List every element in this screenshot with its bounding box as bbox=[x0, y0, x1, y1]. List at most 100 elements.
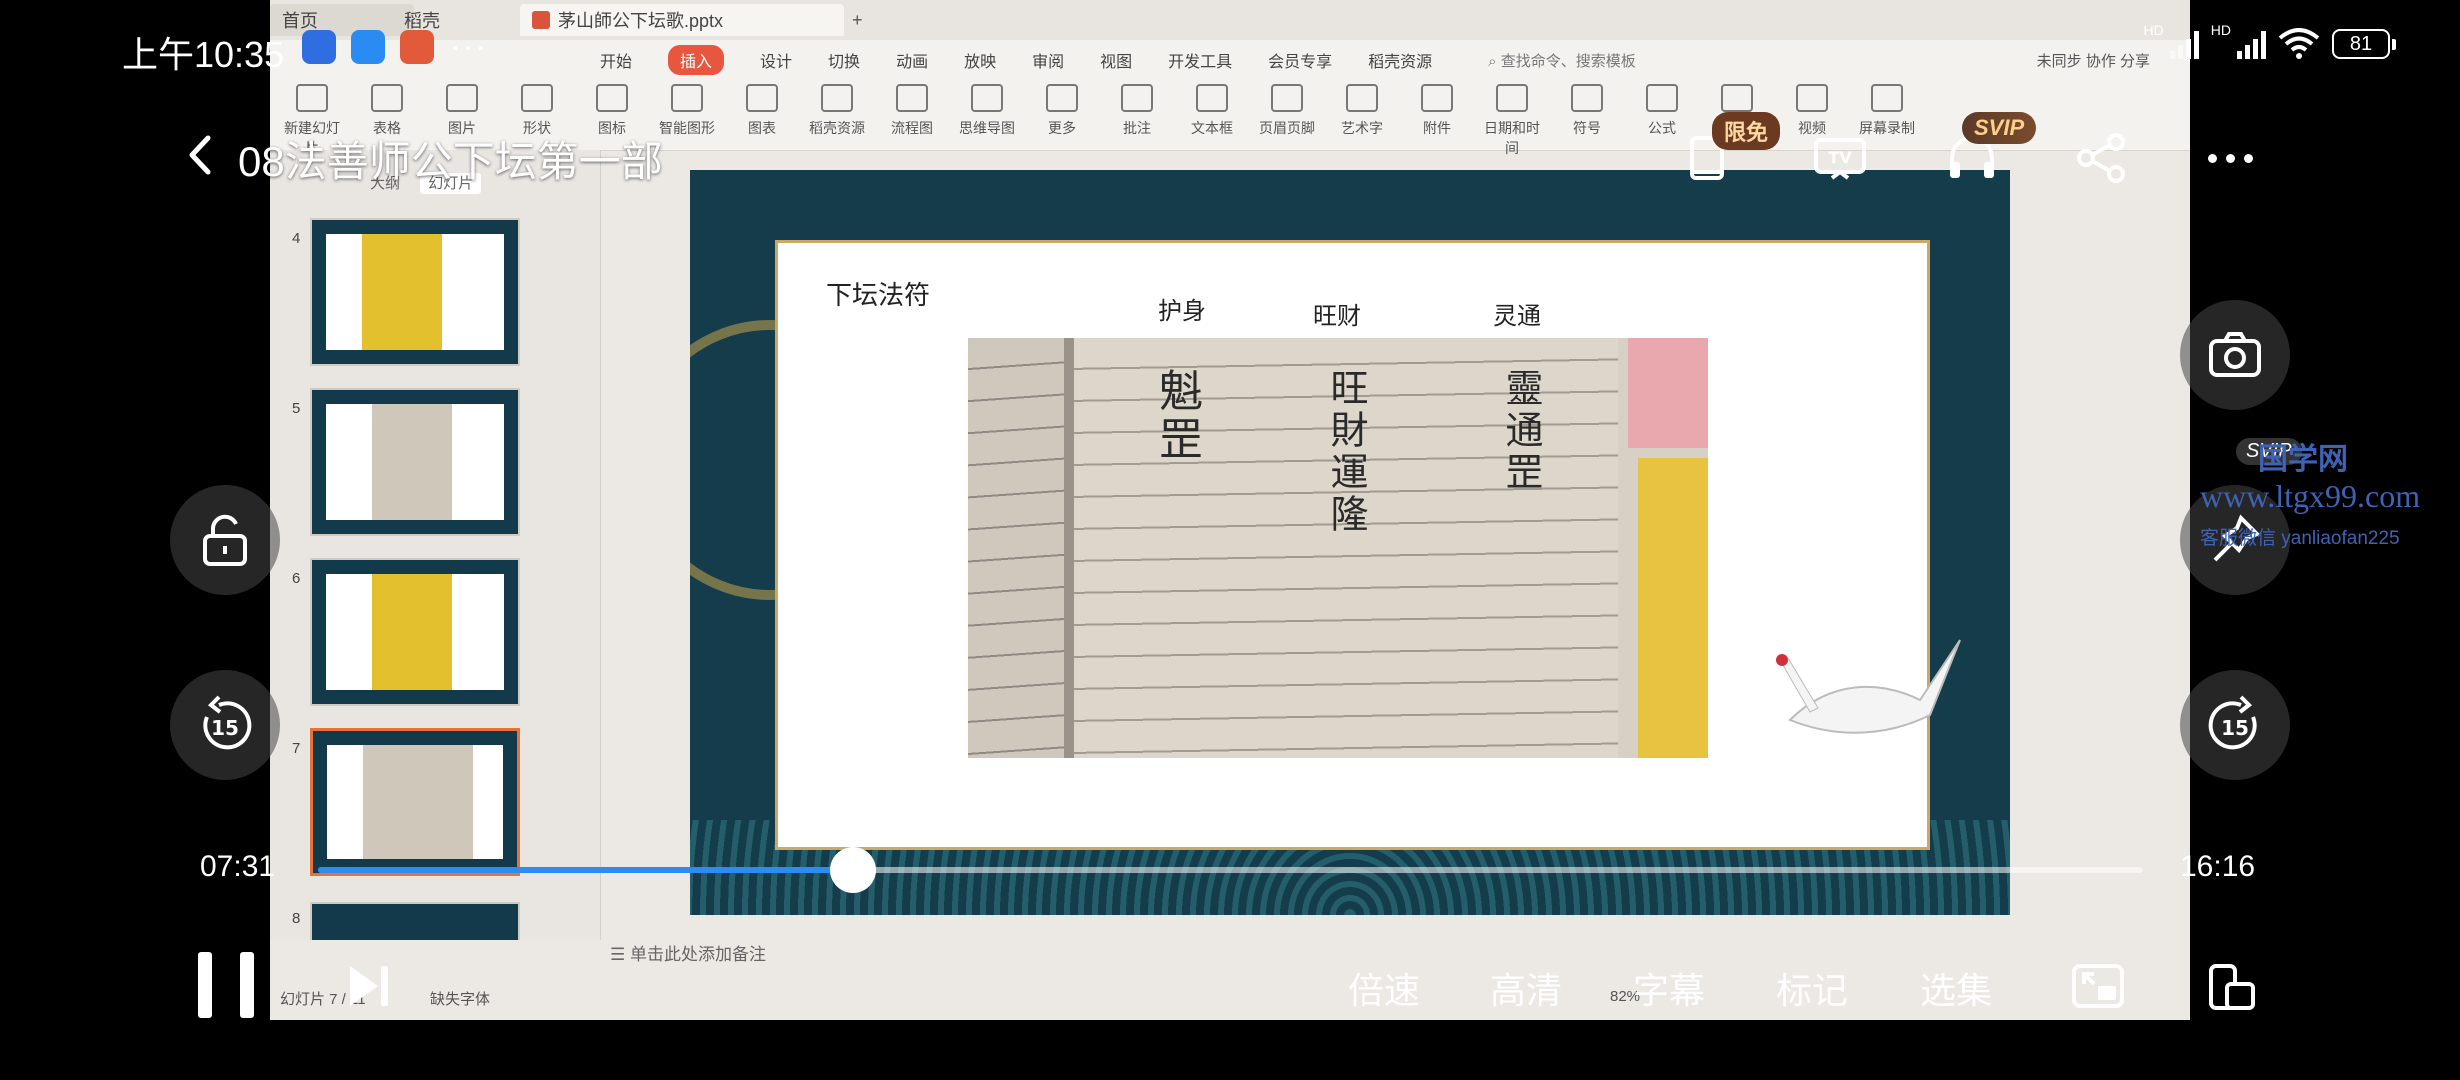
ppt-menu-item: 开始 bbox=[600, 54, 633, 71]
svip-badge: SVIP bbox=[1962, 112, 2037, 144]
watermark: SVIP 国学网 www.ltgx99.com 客服微信 yanliaofan2… bbox=[2200, 438, 2421, 550]
app-notification-icon bbox=[351, 30, 385, 64]
subtitle-button[interactable]: 字幕 bbox=[1633, 962, 1705, 1014]
ppt-menu-item: 开发工具 bbox=[1168, 54, 1233, 71]
forward-15-button[interactable]: 15 bbox=[2180, 670, 2290, 780]
svg-text:TV: TV bbox=[1828, 148, 1852, 167]
ppt-toolbar-item: 艺术字 bbox=[1330, 84, 1394, 138]
cell-signal-icon bbox=[2237, 29, 2266, 59]
status-indicators: HD HD 81 bbox=[2144, 22, 2396, 60]
current-time: 07:31 bbox=[200, 850, 276, 883]
toolbar-icon bbox=[971, 84, 1003, 112]
toolbar-label: 艺术字 bbox=[1341, 120, 1383, 136]
share-icon[interactable] bbox=[2072, 128, 2132, 188]
ppt-menu-item: 审阅 bbox=[1032, 54, 1065, 71]
talisman-photo: 魁罡 旺財運隆 靈通罡 bbox=[968, 338, 1708, 758]
thumb-number: 6 bbox=[292, 570, 301, 587]
ppt-toolbar-item: 智能图形 bbox=[655, 84, 719, 138]
toolbar-icon bbox=[1496, 84, 1528, 112]
ppt-toolbar-item: 批注 bbox=[1105, 84, 1169, 138]
svg-text:15: 15 bbox=[2221, 716, 2249, 740]
ppt-menu-item: 视图 bbox=[1100, 54, 1133, 71]
tv-cast-icon[interactable]: TV bbox=[1810, 128, 1870, 188]
toolbar-icon bbox=[371, 84, 403, 112]
pause-icon bbox=[198, 952, 212, 1018]
picture-in-picture-icon[interactable] bbox=[2070, 960, 2126, 1012]
status-time: 上午10:35 bbox=[122, 34, 285, 75]
toolbar-label: 智能图形 bbox=[659, 120, 715, 136]
rewind-15-button[interactable]: 15 bbox=[170, 670, 280, 780]
toolbar-label: 更多 bbox=[1048, 120, 1076, 136]
ppt-menu-item: 设计 bbox=[760, 54, 793, 71]
battery-icon: 81 bbox=[2332, 29, 2396, 59]
toolbar-icon bbox=[1271, 84, 1303, 112]
wifi-icon bbox=[2278, 28, 2320, 59]
ppt-notes-area: ☰ 单击此处添加备注 bbox=[610, 945, 766, 964]
progress-thumb[interactable] bbox=[829, 847, 876, 893]
quality-button[interactable]: 高清 bbox=[1490, 962, 1562, 1014]
ppt-menu-item: 插入 bbox=[668, 45, 725, 75]
column-label-spirit: 灵通 bbox=[1493, 302, 1541, 330]
toolbar-label: 图表 bbox=[748, 120, 776, 136]
forward-15-icon: 15 bbox=[2208, 695, 2257, 750]
rewind-15-icon: 15 bbox=[203, 695, 252, 750]
ppt-toolbar-item: 图表 bbox=[730, 84, 794, 138]
slide-title: 下坛法符 bbox=[826, 281, 931, 311]
slide-content-card: 下坛法符 护身 旺财 灵通 魁罡 旺財運隆 靈通罡 bbox=[775, 240, 1930, 850]
toolbar-icon bbox=[446, 84, 478, 112]
glyph-column-spirit: 靈通罡 bbox=[1499, 368, 1543, 494]
unlock-icon bbox=[203, 514, 247, 566]
glyph-column-protect: 魁罡 bbox=[1151, 368, 1202, 464]
toolbar-icon bbox=[1346, 84, 1378, 112]
camera-icon bbox=[2209, 332, 2261, 377]
watermark-site: www.ltgx99.com bbox=[2200, 478, 2421, 514]
toolbar-icon bbox=[821, 84, 853, 112]
screenshot-button[interactable] bbox=[2180, 300, 2290, 410]
ppt-search: ⌕ 查找命令、搜索模板 bbox=[1488, 52, 1636, 70]
ppt-toolbar-item: 文本框 bbox=[1180, 84, 1244, 138]
toolbar-icon bbox=[521, 84, 553, 112]
ppt-tab-bar: 首页 稻壳 茅山師公下坛歌.pptx + bbox=[270, 0, 2190, 41]
ppt-menu-item: 稻壳资源 bbox=[1368, 54, 1433, 71]
episodes-button[interactable]: 选集 bbox=[1920, 962, 1992, 1014]
toolbar-icon bbox=[596, 84, 628, 112]
slide-thumbnail bbox=[310, 388, 520, 536]
back-arrow-icon[interactable] bbox=[180, 130, 220, 180]
ppt-slide-panel: 大纲 幻灯片 4 5 6 7 8 bbox=[270, 150, 601, 940]
rotate-screen-icon[interactable] bbox=[2205, 962, 2257, 1012]
toolbar-icon bbox=[1646, 84, 1678, 112]
hd-label: HD bbox=[2210, 22, 2231, 38]
hd-label: HD bbox=[2143, 22, 2164, 38]
thumb-number: 4 bbox=[292, 230, 301, 247]
more-options-icon[interactable] bbox=[2208, 150, 2262, 168]
next-episode-icon[interactable] bbox=[344, 962, 392, 1010]
cell-signal-icon bbox=[2169, 29, 2199, 59]
toolbar-icon bbox=[1721, 84, 1753, 112]
total-time: 16:16 bbox=[2180, 850, 2256, 883]
slide-thumbnail bbox=[310, 902, 520, 940]
app-notification-icon bbox=[400, 30, 434, 64]
ppt-menu-bar: 开始 插入 设计 切换 动画 放映 审阅 视图 开发工具 会员专享 稻壳资源 ⌕ 查找命令、搜索模板 bbox=[270, 40, 2190, 80]
glyph-column-wealth: 旺財運隆 bbox=[1324, 368, 1368, 536]
thumb-number: 7 bbox=[292, 740, 301, 757]
toolbar-label: 页眉页脚 bbox=[1259, 120, 1315, 136]
lock-screen-button[interactable] bbox=[170, 485, 280, 595]
slide-thumbnail bbox=[310, 218, 520, 366]
toolbar-icon bbox=[896, 84, 928, 112]
ppt-toolbar-item: 日期和时间 bbox=[1480, 84, 1544, 158]
crane-illustration bbox=[1776, 639, 1961, 734]
toolbar-label: 公式 bbox=[1648, 120, 1676, 136]
progress-bar[interactable] bbox=[318, 847, 2143, 893]
progress-fill bbox=[318, 867, 853, 873]
ppt-missing-font: 缺失字体 bbox=[430, 991, 491, 1008]
toolbar-label: 符号 bbox=[1573, 120, 1601, 136]
notes-icon: ☰ bbox=[610, 945, 630, 964]
speed-button[interactable]: 倍速 bbox=[1348, 962, 1420, 1014]
toolbar-label: 日期和时间 bbox=[1484, 120, 1540, 156]
toolbar-icon bbox=[1046, 84, 1078, 112]
slide-thumbnail-selected bbox=[310, 728, 520, 876]
watermark-wechat: 客服微信 yanliaofan225 bbox=[2200, 528, 2400, 549]
pause-button[interactable] bbox=[198, 952, 254, 1018]
bookmark-button[interactable]: 标记 bbox=[1776, 962, 1848, 1014]
ppt-status-bar: 幻灯片 7 / 11 缺失字体 82% bbox=[270, 980, 2190, 1020]
